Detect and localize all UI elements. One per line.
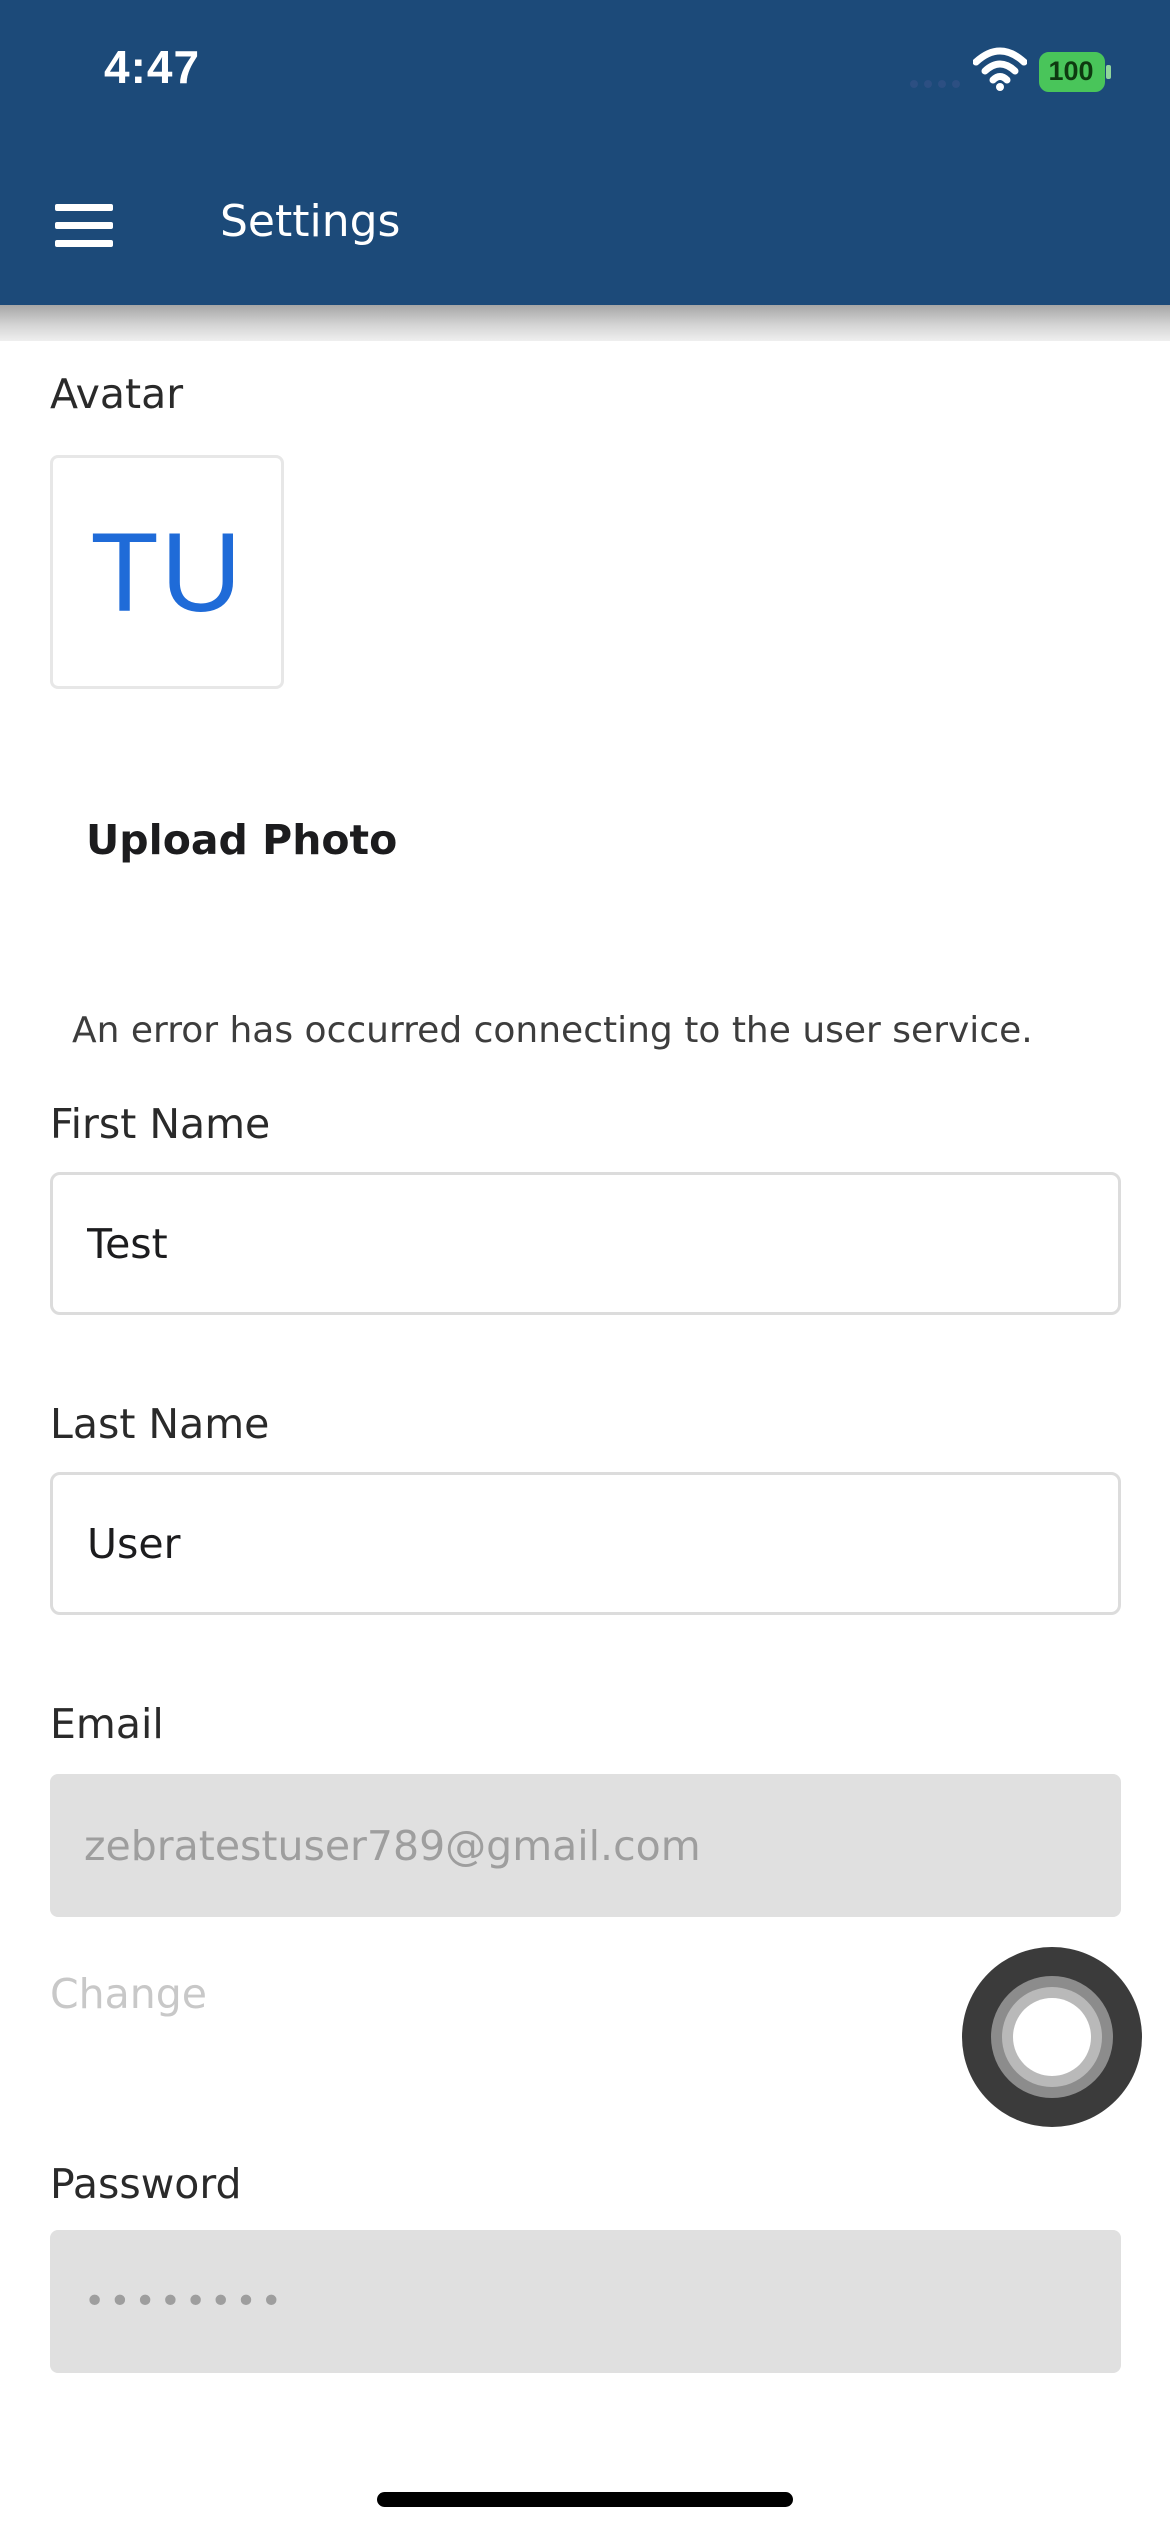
settings-screen: 4:47 100 Settings Avatar TU Upload Photo… <box>0 0 1170 2532</box>
error-message: An error has occurred connecting to the … <box>72 1010 1033 1051</box>
assistive-touch-ring-inner <box>1002 1987 1102 2087</box>
assistive-touch-core <box>1013 1998 1091 2076</box>
email-label: Email <box>50 1700 164 1748</box>
password-label: Password <box>50 2160 242 2208</box>
password-field: •••••••• <box>50 2230 1121 2373</box>
avatar-label: Avatar <box>50 370 184 418</box>
change-email-button[interactable]: Change <box>50 1970 207 2018</box>
last-name-label: Last Name <box>50 1400 270 1448</box>
upload-photo-button[interactable]: Upload Photo <box>70 805 413 875</box>
assistive-touch-ring <box>991 1976 1113 2098</box>
last-name-field[interactable] <box>50 1472 1121 1615</box>
assistive-touch-icon[interactable] <box>962 1947 1142 2127</box>
avatar: TU <box>50 455 284 689</box>
avatar-initials: TU <box>90 509 244 635</box>
hamburger-menu-icon <box>55 204 113 247</box>
menu-button[interactable] <box>46 190 122 262</box>
page-title: Settings <box>220 196 401 247</box>
home-indicator[interactable] <box>377 2492 793 2507</box>
status-time: 4:47 <box>104 41 201 93</box>
battery-level: 100 <box>1048 56 1094 86</box>
cellular-signal-icon <box>910 80 960 88</box>
email-value: zebratestuser789@gmail.com <box>84 1821 701 1870</box>
email-field: zebratestuser789@gmail.com <box>50 1774 1121 1917</box>
first-name-label: First Name <box>50 1100 271 1148</box>
header-shadow <box>0 305 1170 341</box>
first-name-field[interactable] <box>50 1172 1121 1315</box>
app-header: 4:47 100 Settings <box>0 0 1170 305</box>
password-value: •••••••• <box>84 2281 286 2322</box>
wifi-icon <box>973 47 1027 91</box>
